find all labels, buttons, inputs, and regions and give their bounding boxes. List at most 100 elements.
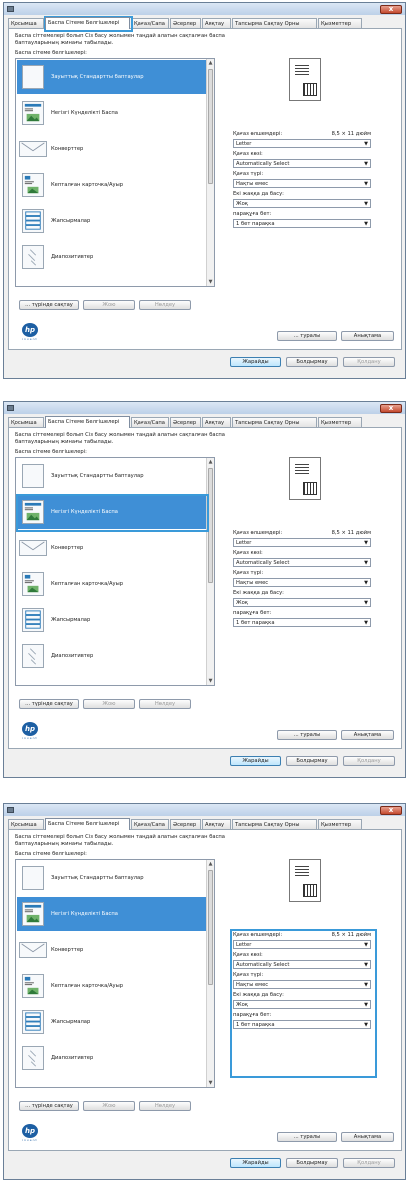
shortcuts-list[interactable]: Зауыттық Стандартты баптаулар Негізгі Кү… <box>15 58 215 287</box>
about-button[interactable]: ... туралы <box>277 1132 337 1142</box>
close-button[interactable]: x <box>380 806 402 815</box>
delete-button[interactable]: Жою <box>83 1101 135 1111</box>
shortcut-label: Кепталған карточка/Ауыр <box>51 581 123 587</box>
tab-advanced[interactable]: Қосымша <box>8 417 44 427</box>
tab-advanced[interactable]: Қосымша <box>8 18 44 28</box>
tab-job-storage[interactable]: Тапсырма Сақтау Орны <box>232 819 317 829</box>
tab-printing-shortcuts[interactable]: Баспа Сітеме Белгішелері <box>45 17 130 29</box>
save-as-button[interactable]: ... түрінде сақтау <box>19 699 79 709</box>
about-button[interactable]: ... туралы <box>277 331 337 341</box>
help-button[interactable]: Анықтама <box>341 730 394 740</box>
cancel-button[interactable]: Болдырмау <box>286 357 338 367</box>
tab-services[interactable]: Қызметтер <box>318 18 362 28</box>
scroll-thumb[interactable] <box>208 468 213 583</box>
tab-paper-quality[interactable]: Қағаз/Сапа <box>131 18 169 28</box>
shortcut-labels[interactable]: Жапсырмалар <box>17 204 206 238</box>
close-button[interactable]: x <box>380 5 402 14</box>
tab-printing-shortcuts[interactable]: Баспа Сітеме Белгішелері <box>45 416 130 428</box>
shortcut-label: Диапозитивтер <box>51 254 94 260</box>
help-button[interactable]: Анықтама <box>341 1132 394 1142</box>
tab-services[interactable]: Қызметтер <box>318 819 362 829</box>
shortcut-everyday[interactable]: Негізгі Күнделікті Баспа <box>17 96 206 130</box>
close-button[interactable]: x <box>380 404 402 413</box>
shortcut-factory-defaults[interactable]: Зауыттық Стандартты баптаулар <box>17 60 206 94</box>
shortcut-labels[interactable]: Жапсырмалар <box>17 603 206 637</box>
shortcut-transparencies[interactable]: Диапозитивтер <box>17 1041 206 1075</box>
scroll-up-icon[interactable]: ▲ <box>207 458 214 466</box>
tab-job-storage[interactable]: Тапсырма Сақтау Орны <box>232 417 317 427</box>
tab-effects[interactable]: Әсерлер <box>170 417 201 427</box>
tab-advanced[interactable]: Қосымша <box>8 819 44 829</box>
shortcut-envelopes[interactable]: Конверттер <box>17 132 206 166</box>
save-as-button[interactable]: ... түрінде сақтау <box>19 300 79 310</box>
scroll-down-icon[interactable]: ▼ <box>207 278 214 286</box>
shortcut-everyday[interactable]: Негізгі Күнделікті Баспа <box>17 495 206 529</box>
paper-size-select[interactable]: Letter ▼ <box>233 940 371 949</box>
shortcuts-scrollbar[interactable]: ▲ ▼ <box>206 860 214 1087</box>
duplex-select[interactable]: Жоқ ▼ <box>233 598 371 607</box>
shortcut-cardstock[interactable]: Кепталған карточка/Ауыр <box>17 567 206 601</box>
paper-size-select[interactable]: Letter ▼ <box>233 139 371 148</box>
delete-button[interactable]: Жою <box>83 699 135 709</box>
paper-source-select[interactable]: Automatically Select ▼ <box>233 960 371 969</box>
scroll-up-icon[interactable]: ▲ <box>207 59 214 67</box>
tab-services[interactable]: Қызметтер <box>318 417 362 427</box>
paper-source-select[interactable]: Automatically Select ▼ <box>233 159 371 168</box>
shortcut-factory-defaults[interactable]: Зауыттық Стандартты баптаулар <box>17 459 206 493</box>
paper-size-select[interactable]: Letter ▼ <box>233 538 371 547</box>
pages-per-sheet-select[interactable]: 1 бет парақка ▼ <box>233 618 371 627</box>
shortcut-transparencies[interactable]: Диапозитивтер <box>17 639 206 673</box>
cancel-button[interactable]: Болдырмау <box>286 756 338 766</box>
shortcut-cardstock[interactable]: Кепталған карточка/Ауыр <box>17 168 206 202</box>
tab-printing-shortcuts[interactable]: Баспа Сітеме Белгішелері <box>45 818 130 830</box>
ok-button[interactable]: Жарайды <box>230 357 281 367</box>
pages-per-sheet-select[interactable]: 1 бет парақка ▼ <box>233 1020 371 1029</box>
shortcuts-list[interactable]: Зауыттық Стандартты баптаулар Негізгі Кү… <box>15 457 215 686</box>
shortcut-labels[interactable]: Жапсырмалар <box>17 1005 206 1039</box>
shortcuts-scrollbar[interactable]: ▲ ▼ <box>206 458 214 685</box>
duplex-select[interactable]: Жоқ ▼ <box>233 1000 371 1009</box>
ok-button[interactable]: Жарайды <box>230 1158 281 1168</box>
pages-per-sheet-select[interactable]: 1 бет парақка ▼ <box>233 219 371 228</box>
shortcut-factory-defaults[interactable]: Зауыттық Стандартты баптаулар <box>17 861 206 895</box>
apply-button[interactable]: Қолдану <box>343 1158 395 1168</box>
tab-finishing[interactable]: Аяқтау <box>202 18 231 28</box>
tab-finishing[interactable]: Аяқтау <box>202 819 231 829</box>
apply-button[interactable]: Қолдану <box>343 357 395 367</box>
tab-job-storage[interactable]: Тапсырма Сақтау Орны <box>232 18 317 28</box>
tab-paper-quality[interactable]: Қағаз/Сапа <box>131 819 169 829</box>
scroll-down-icon[interactable]: ▼ <box>207 1079 214 1087</box>
help-button[interactable]: Анықтама <box>341 331 394 341</box>
hp-logo: hp invent <box>19 1124 41 1142</box>
paper-type-select[interactable]: Нақты емес ▼ <box>233 980 371 989</box>
scroll-thumb[interactable] <box>208 870 213 985</box>
shortcut-cardstock[interactable]: Кепталған карточка/Ауыр <box>17 969 206 1003</box>
shortcut-transparencies[interactable]: Диапозитивтер <box>17 240 206 274</box>
apply-button[interactable]: Қолдану <box>343 756 395 766</box>
reset-button[interactable]: Нөлдеу <box>139 300 191 310</box>
shortcuts-list[interactable]: Зауыттық Стандартты баптаулар Негізгі Кү… <box>15 859 215 1088</box>
shortcut-envelopes[interactable]: Конверттер <box>17 933 206 967</box>
shortcut-envelopes[interactable]: Конверттер <box>17 531 206 565</box>
duplex-select[interactable]: Жоқ ▼ <box>233 199 371 208</box>
about-button[interactable]: ... туралы <box>277 730 337 740</box>
paper-type-select[interactable]: Нақты емес ▼ <box>233 578 371 587</box>
tab-paper-quality[interactable]: Қағаз/Сапа <box>131 417 169 427</box>
save-as-button[interactable]: ... түрінде сақтау <box>19 1101 79 1111</box>
tab-finishing[interactable]: Аяқтау <box>202 417 231 427</box>
scroll-thumb[interactable] <box>208 69 213 184</box>
cancel-button[interactable]: Болдырмау <box>286 1158 338 1168</box>
scroll-down-icon[interactable]: ▼ <box>207 677 214 685</box>
scroll-up-icon[interactable]: ▲ <box>207 860 214 868</box>
tab-effects[interactable]: Әсерлер <box>170 819 201 829</box>
ok-button[interactable]: Жарайды <box>230 756 281 766</box>
paper-source-select[interactable]: Automatically Select ▼ <box>233 558 371 567</box>
delete-button[interactable]: Жою <box>83 300 135 310</box>
reset-button[interactable]: Нөлдеу <box>139 1101 191 1111</box>
tab-effects[interactable]: Әсерлер <box>170 18 201 28</box>
hp-logo: hp invent <box>19 323 41 341</box>
shortcuts-scrollbar[interactable]: ▲ ▼ <box>206 59 214 286</box>
shortcut-everyday[interactable]: Негізгі Күнделікті Баспа <box>17 897 206 931</box>
reset-button[interactable]: Нөлдеу <box>139 699 191 709</box>
paper-type-select[interactable]: Нақты емес ▼ <box>233 179 371 188</box>
